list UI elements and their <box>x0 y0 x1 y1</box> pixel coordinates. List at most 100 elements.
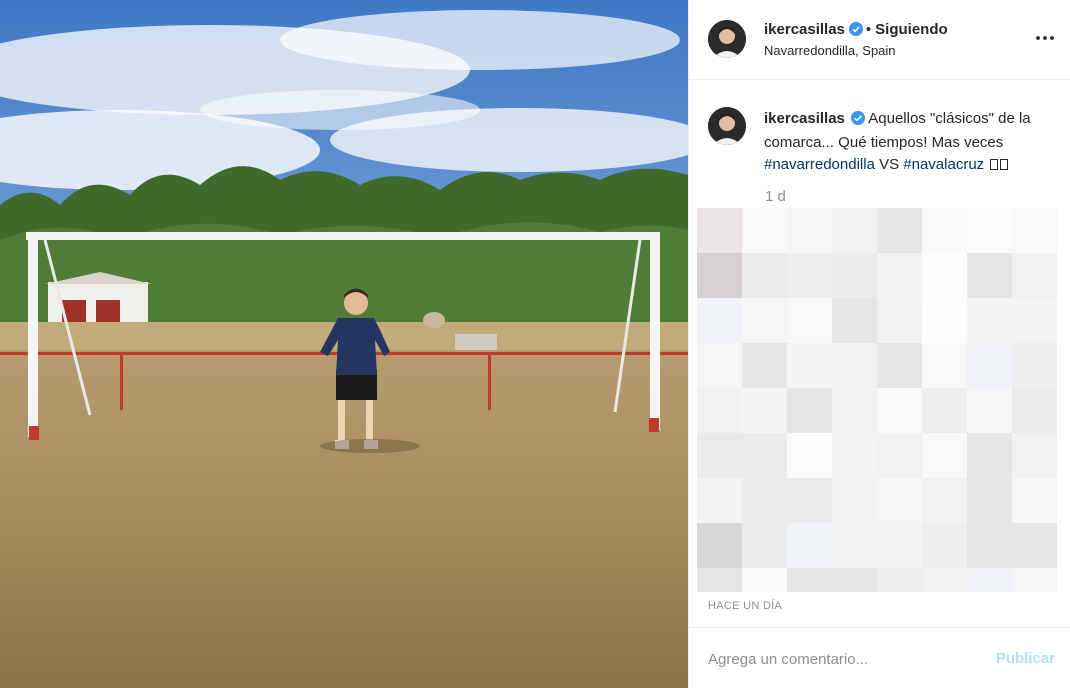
mosaic-cell <box>787 208 832 253</box>
header-dot-separator: • <box>865 21 872 38</box>
mosaic-cell <box>1012 298 1057 343</box>
mosaic-cell <box>697 568 742 592</box>
mosaic-cell <box>877 343 922 388</box>
mosaic-cell <box>922 388 967 433</box>
verified-badge-icon <box>850 110 865 132</box>
pixelated-comments-image <box>697 208 1059 592</box>
mosaic-cell <box>967 523 1012 568</box>
mosaic-cell <box>787 388 832 433</box>
mosaic-cell <box>697 523 742 568</box>
mosaic-cell <box>742 343 787 388</box>
hashtag-link-navalacruz[interactable]: #navalacruz <box>903 156 984 173</box>
mosaic-cell <box>697 343 742 388</box>
mosaic-cell <box>697 478 742 523</box>
mosaic-cell <box>1012 478 1057 523</box>
mosaic-cell <box>742 433 787 478</box>
author-username[interactable]: ikercasillas <box>764 21 845 38</box>
mosaic-cell <box>1012 433 1057 478</box>
mosaic-cell <box>967 478 1012 523</box>
mosaic-cell <box>1012 208 1057 253</box>
mosaic-cell <box>787 253 832 298</box>
mosaic-cell <box>742 253 787 298</box>
mosaic-cell <box>697 208 742 253</box>
avatar-image <box>708 107 746 145</box>
mosaic-cell <box>832 298 877 343</box>
mosaic-cell <box>877 523 922 568</box>
mosaic-cell <box>832 253 877 298</box>
mosaic-cell <box>877 388 922 433</box>
mosaic-cell <box>832 433 877 478</box>
caption-text-block: ikercasillas Aquellos "clásicos" de la c… <box>764 108 1054 176</box>
post-timestamp: HACE UN DÍA <box>708 600 783 612</box>
mosaic-cell <box>967 388 1012 433</box>
avatar-image <box>708 20 746 58</box>
verified-badge-icon <box>848 22 863 40</box>
mosaic-cell <box>832 568 877 592</box>
mosaic-cell <box>1012 343 1057 388</box>
post-location[interactable]: Navarredondilla, Spain <box>764 43 896 58</box>
mosaic-cell <box>922 253 967 298</box>
more-options-icon[interactable] <box>1035 28 1055 48</box>
post-photo[interactable] <box>0 0 688 688</box>
mosaic-cell <box>697 388 742 433</box>
mosaic-cell <box>967 433 1012 478</box>
caption-username[interactable]: ikercasillas <box>764 110 845 127</box>
caption-avatar[interactable] <box>708 107 746 145</box>
hashtag-link-navarredondilla[interactable]: #navarredondilla <box>764 156 875 173</box>
pixelated-comments <box>697 208 1059 592</box>
mosaic-cell <box>967 298 1012 343</box>
mosaic-cell <box>742 298 787 343</box>
mosaic-cell <box>922 343 967 388</box>
comment-input[interactable] <box>708 648 988 670</box>
mosaic-cell <box>922 478 967 523</box>
mosaic-cell <box>742 388 787 433</box>
mosaic-cell <box>922 523 967 568</box>
mosaic-cell <box>877 253 922 298</box>
mosaic-cell <box>832 343 877 388</box>
mosaic-cell <box>742 523 787 568</box>
author-avatar[interactable] <box>708 20 746 58</box>
comment-bar: Publicar <box>689 627 1070 688</box>
mosaic-cell <box>1012 568 1057 592</box>
mosaic-cell <box>1012 253 1057 298</box>
post-side-panel: ikercasillas • Siguiendo Navarredondilla, … <box>688 0 1070 688</box>
publish-comment-button[interactable]: Publicar <box>996 650 1055 667</box>
mosaic-cell <box>742 478 787 523</box>
mosaic-cell <box>832 208 877 253</box>
mosaic-cell <box>877 433 922 478</box>
mosaic-cell <box>832 478 877 523</box>
caption-age: 1 d <box>765 188 786 205</box>
mosaic-cell <box>787 523 832 568</box>
mosaic-cell <box>697 253 742 298</box>
mosaic-cell <box>922 298 967 343</box>
mosaic-cell <box>877 208 922 253</box>
mosaic-cell <box>922 568 967 592</box>
post-header: ikercasillas • Siguiendo Navarredondilla, … <box>689 0 1070 80</box>
missing-emoji-icon <box>1000 159 1009 170</box>
mosaic-cell <box>832 388 877 433</box>
follow-status-button[interactable]: Siguiendo <box>875 21 948 38</box>
mosaic-cell <box>742 568 787 592</box>
mosaic-cell <box>877 478 922 523</box>
mosaic-cell <box>787 433 832 478</box>
mosaic-cell <box>967 208 1012 253</box>
mosaic-cell <box>787 568 832 592</box>
mosaic-cell <box>787 343 832 388</box>
mosaic-cell <box>877 298 922 343</box>
mosaic-cell <box>787 298 832 343</box>
mosaic-cell <box>697 298 742 343</box>
mosaic-cell <box>787 478 832 523</box>
mosaic-cell <box>832 523 877 568</box>
mosaic-cell <box>967 253 1012 298</box>
mosaic-cell <box>1012 388 1057 433</box>
mosaic-cell <box>922 208 967 253</box>
post-photo-image <box>0 0 688 688</box>
mosaic-cell <box>967 568 1012 592</box>
mosaic-cell <box>1012 523 1057 568</box>
missing-emoji-icon <box>990 159 999 170</box>
caption-vs: VS <box>879 156 900 173</box>
header-user-line: ikercasillas • Siguiendo <box>764 21 948 40</box>
mosaic-cell <box>697 433 742 478</box>
mosaic-cell <box>742 208 787 253</box>
mosaic-cell <box>877 568 922 592</box>
